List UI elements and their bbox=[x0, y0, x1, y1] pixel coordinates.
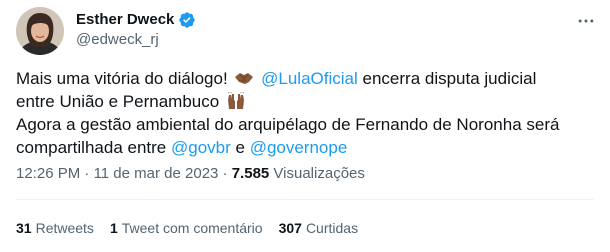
tweet-line-4: compartilhada entre @govbr e @governope bbox=[16, 136, 591, 159]
tweet-stats: 31 Retweets 1 Tweet com comentário 307 Curt… bbox=[16, 219, 374, 237]
tweet-line-1: Mais uma vitória do diálogo! @LulaOficia… bbox=[16, 67, 591, 90]
tweet-text-segment: entre União e Pernambuco bbox=[16, 92, 220, 111]
author-handle[interactable]: @edweck_rj bbox=[76, 31, 159, 49]
tweet-text-segment: encerra disputa judicial bbox=[357, 69, 537, 88]
views-count: 7.585 bbox=[231, 165, 270, 182]
tweet-card: Esther Dweck @edweck_rj Mais uma vitória… bbox=[0, 0, 610, 252]
handshake-emoji bbox=[234, 69, 254, 87]
raised-hands-emoji bbox=[226, 91, 246, 110]
author-name-row: Esther Dweck bbox=[76, 11, 196, 29]
retweets-label: Retweets bbox=[35, 220, 94, 236]
quote-tweets-stat[interactable]: 1 Tweet com comentário bbox=[110, 219, 263, 237]
tweet-line-2: entre União e Pernambuco bbox=[16, 90, 591, 113]
mention-governope[interactable]: @governope bbox=[250, 138, 348, 157]
mention-lulaoficial[interactable]: @LulaOficial bbox=[261, 69, 358, 88]
retweets-stat[interactable]: 31 Retweets bbox=[16, 219, 94, 237]
tweet-date[interactable]: 11 de mar de 2023 bbox=[94, 165, 219, 182]
meta-separator: · bbox=[80, 165, 94, 182]
tweet-line-3: Agora a gestão ambiental do arquipélago … bbox=[16, 115, 560, 134]
mention-govbr[interactable]: @govbr bbox=[171, 138, 231, 157]
avatar-photo bbox=[16, 7, 64, 55]
tweet-time[interactable]: 12:26 PM bbox=[16, 165, 80, 182]
tweet-text-segment: e bbox=[230, 138, 250, 157]
quote-tweets-count: 1 bbox=[109, 220, 118, 236]
retweets-count: 31 bbox=[16, 220, 32, 236]
tweet-text-segment: compartilhada entre bbox=[16, 138, 171, 157]
verified-badge-icon bbox=[178, 11, 196, 29]
meta-separator: · bbox=[218, 165, 232, 182]
divider bbox=[16, 199, 594, 200]
likes-count: 307 bbox=[278, 220, 302, 236]
author-display-name[interactable]: Esther Dweck bbox=[76, 11, 174, 29]
tweet-text-segment: Mais uma vitória do diálogo! bbox=[16, 69, 228, 88]
likes-label: Curtidas bbox=[305, 220, 359, 236]
avatar[interactable] bbox=[16, 7, 64, 55]
tweet-meta: 12:26 PM · 11 de mar de 2023 · 7.585 Vis… bbox=[16, 165, 365, 183]
more-options-icon[interactable] bbox=[576, 11, 596, 31]
likes-stat[interactable]: 307 Curtidas bbox=[279, 219, 359, 237]
quote-tweets-label: Tweet com comentário bbox=[121, 220, 263, 236]
tweet-text: Mais uma vitória do diálogo! @LulaOficia… bbox=[16, 67, 591, 159]
views-label: Visualizações bbox=[269, 165, 365, 182]
